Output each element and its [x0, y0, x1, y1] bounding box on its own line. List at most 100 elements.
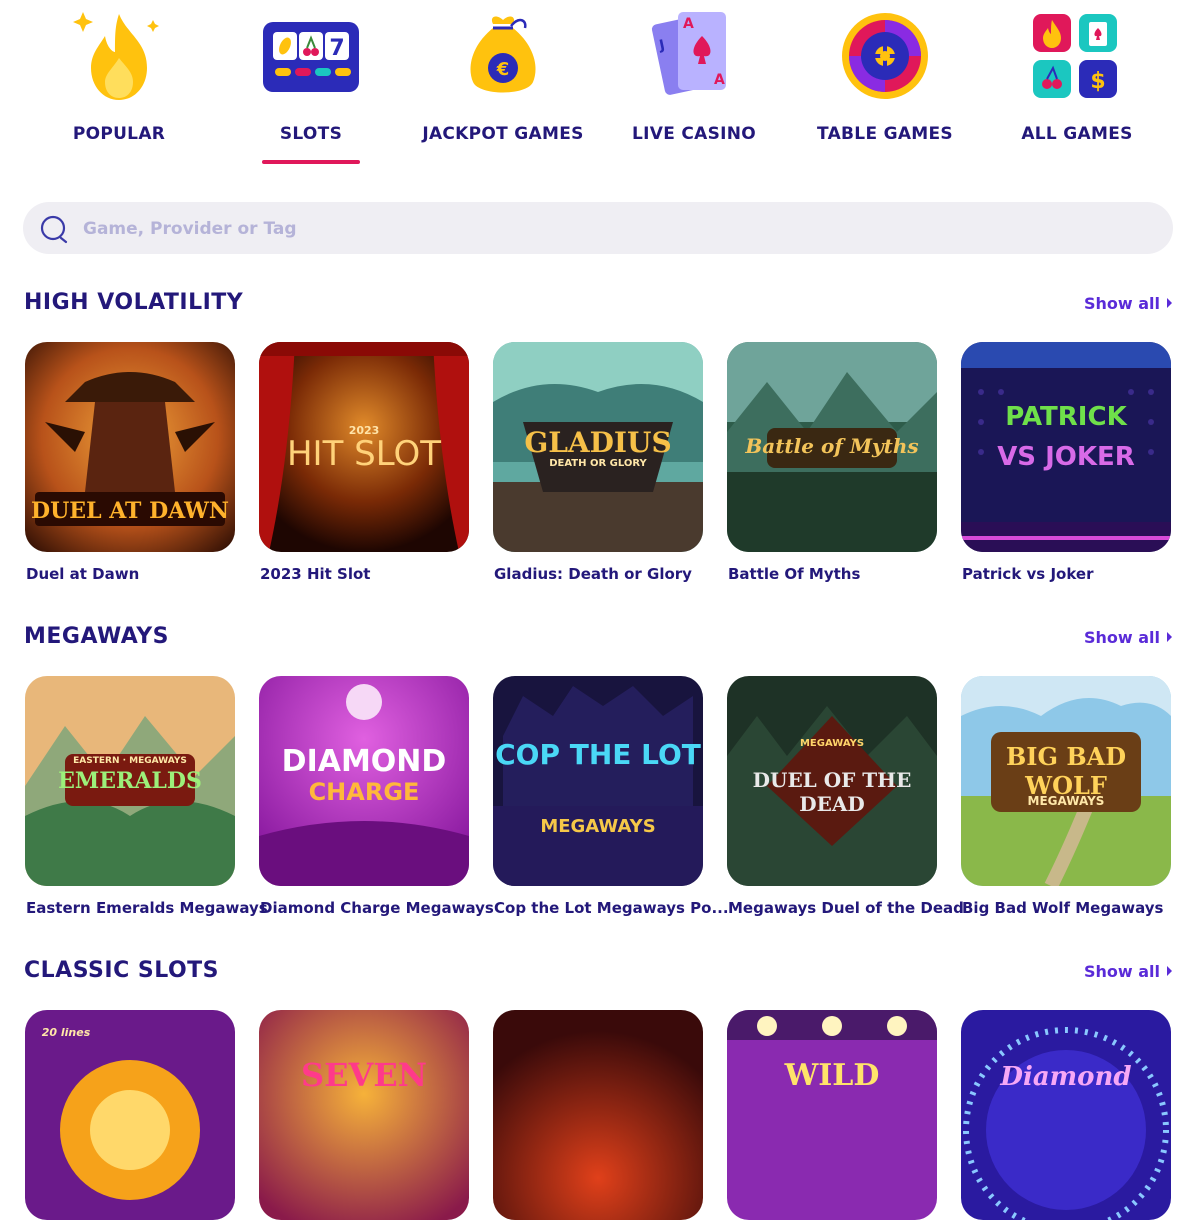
roulette-wheel-icon	[842, 13, 928, 99]
cop-the-lot-artwork	[493, 676, 703, 886]
category-label: LIVE CASINO	[631, 124, 757, 144]
category-label: ALL GAMES	[1021, 124, 1133, 144]
show-all-link[interactable]: Show all	[1084, 628, 1172, 647]
game-art-title: EMERALDS	[58, 768, 202, 794]
game-tile-classic-1[interactable]: 20 lines	[25, 1010, 235, 1220]
game-art-title: Battle of Myths	[745, 434, 919, 458]
game-art-title: SEVEN	[301, 1056, 427, 1094]
game-art-subtitle: MEGAWAYS	[540, 816, 656, 837]
game-art-title: DUEL OF THE DEAD	[752, 768, 912, 816]
game-art-title: DUEL AT DAWN	[31, 498, 229, 524]
game-art-title: DIAMOND	[281, 744, 447, 779]
diamond-explosion-artwork	[961, 1010, 1171, 1220]
active-tab-indicator	[262, 160, 360, 164]
game-tile-battle-of-myths[interactable]: Battle of Myths Battle Of Myths	[727, 342, 937, 583]
game-tile-diamond-charge[interactable]: DIAMOND CHARGE Diamond Charge Megaways	[259, 676, 494, 917]
game-name: Eastern Emeralds Megaways	[26, 899, 268, 917]
game-tile-classic-3[interactable]	[493, 1010, 703, 1220]
svg-text:€: €	[496, 59, 510, 80]
wild-artwork	[727, 1010, 937, 1220]
category-label: JACKPOT GAMES	[422, 124, 584, 144]
svg-text:A: A	[714, 72, 725, 88]
section-title: HIGH VOLATILITY	[24, 290, 244, 315]
game-thumbnail: BIG BAD WOLF MEGAWAYS	[961, 676, 1171, 886]
game-tile-classic-5[interactable]: Diamond	[961, 1010, 1171, 1220]
game-thumbnail: DIAMOND CHARGE	[259, 676, 469, 886]
game-thumbnail: GLADIUS DEATH OR GLORY	[493, 342, 703, 552]
game-art-title: HIT SLOT	[286, 434, 441, 474]
game-art-title: Diamond	[1000, 1062, 1132, 1092]
money-bag-icon: €	[470, 16, 536, 93]
show-all-label: Show all	[1083, 962, 1160, 981]
game-name: Cop the Lot Megaways Po...	[494, 899, 729, 917]
game-tile-duel-at-dawn[interactable]: DUEL AT DAWN Duel at Dawn	[25, 342, 235, 583]
svg-text:$: $	[1090, 69, 1105, 94]
category-slots[interactable]: 7 SLOTS	[216, 0, 406, 175]
seven-artwork	[259, 1010, 469, 1220]
chevron-right-icon	[1167, 632, 1172, 642]
category-live-casino[interactable]: J A A LIVE CASINO	[599, 0, 789, 175]
game-tile-eastern-emeralds[interactable]: EASTERN · MEGAWAYS EMERALDS Eastern Emer…	[25, 676, 268, 917]
game-name: 2023 Hit Slot	[260, 565, 371, 583]
category-label: TABLE GAMES	[817, 124, 953, 144]
show-all-label: Show all	[1083, 628, 1160, 647]
category-table-games[interactable]: TABLE GAMES	[790, 0, 980, 175]
game-tile-cop-the-lot[interactable]: COP THE LOT MEGAWAYS Cop the Lot Megaway…	[493, 676, 729, 917]
chevron-right-icon	[1167, 298, 1172, 308]
game-thumbnail: WILD	[727, 1010, 937, 1220]
game-thumbnail: COP THE LOT MEGAWAYS	[493, 676, 703, 886]
game-thumbnail: SEVEN	[259, 1010, 469, 1220]
search-bar[interactable]	[23, 202, 1173, 256]
game-name: Megaways Duel of the Dead	[728, 899, 964, 917]
game-art-subtitle: EASTERN · MEGAWAYS	[73, 756, 187, 766]
game-art-subtitle: 20 lines	[41, 1026, 91, 1039]
game-thumbnail: 2023 HIT SLOT	[259, 342, 469, 552]
game-tile-gladius[interactable]: GLADIUS DEATH OR GLORY Gladius: Death or…	[493, 342, 703, 583]
show-all-label: Show all	[1083, 294, 1160, 313]
section-title: CLASSIC SLOTS	[24, 958, 220, 983]
game-art-title: PATRICK	[1005, 402, 1127, 432]
game-name: Diamond Charge Megaways	[260, 899, 494, 917]
game-thumbnail: Diamond	[961, 1010, 1171, 1220]
game-name: Duel at Dawn	[26, 565, 140, 583]
game-tile-2023-hit-slot[interactable]: 2023 HIT SLOT 2023 Hit Slot	[259, 342, 469, 583]
slot-machine-icon: 7	[263, 22, 359, 92]
category-all-games[interactable]: $ ALL GAMES	[982, 0, 1172, 175]
game-thumbnail: 20 lines	[25, 1010, 235, 1220]
game-tile-duel-of-the-dead[interactable]: MEGAWAYS DUEL OF THE DEAD Megaways Duel …	[727, 676, 964, 917]
game-thumbnail: Battle of Myths	[727, 342, 937, 552]
chevron-right-icon	[1167, 966, 1172, 976]
game-thumbnail: MEGAWAYS DUEL OF THE DEAD	[727, 676, 937, 886]
game-art-subtitle: CHARGE	[308, 778, 420, 806]
search-input[interactable]	[81, 202, 1145, 256]
svg-text:7: 7	[329, 36, 344, 61]
classic-slot-artwork	[493, 1010, 703, 1220]
game-tile-classic-4[interactable]: WILD	[727, 1010, 937, 1220]
game-art-subtitle: MEGAWAYS	[1027, 794, 1105, 808]
show-all-link[interactable]: Show all	[1084, 962, 1172, 981]
game-art-title: WILD	[784, 1058, 880, 1093]
search-icon	[40, 215, 68, 244]
svg-text:A: A	[683, 16, 694, 32]
game-name: Gladius: Death or Glory	[494, 565, 692, 583]
game-art-title: BIG BAD WOLF	[1005, 742, 1127, 800]
game-name: Battle Of Myths	[728, 565, 861, 583]
game-name: Patrick vs Joker	[962, 565, 1094, 583]
game-tile-big-bad-wolf[interactable]: BIG BAD WOLF MEGAWAYS Big Bad Wolf Megaw…	[961, 676, 1171, 917]
game-thumbnail: DUEL AT DAWN	[25, 342, 235, 552]
classic-slot-artwork	[25, 1010, 235, 1220]
game-art-title: COP THE LOT	[495, 738, 701, 771]
game-thumbnail: PATRICK VS JOKER	[961, 342, 1171, 552]
category-jackpot-games[interactable]: € JACKPOT GAMES	[408, 0, 598, 175]
playing-cards-icon: J A A	[651, 12, 726, 95]
game-thumbnail	[493, 1010, 703, 1220]
game-thumbnail: EASTERN · MEGAWAYS EMERALDS	[25, 676, 235, 886]
game-tile-patrick-vs-joker[interactable]: PATRICK VS JOKER Patrick vs Joker	[961, 342, 1171, 583]
game-tile-classic-2[interactable]: SEVEN	[259, 1010, 469, 1220]
category-label: SLOTS	[279, 124, 343, 144]
show-all-link[interactable]: Show all	[1084, 294, 1172, 313]
category-popular[interactable]: POPULAR	[24, 0, 214, 175]
category-label: POPULAR	[72, 124, 166, 144]
fire-icon	[73, 12, 159, 100]
game-name: Big Bad Wolf Megaways	[962, 899, 1164, 917]
